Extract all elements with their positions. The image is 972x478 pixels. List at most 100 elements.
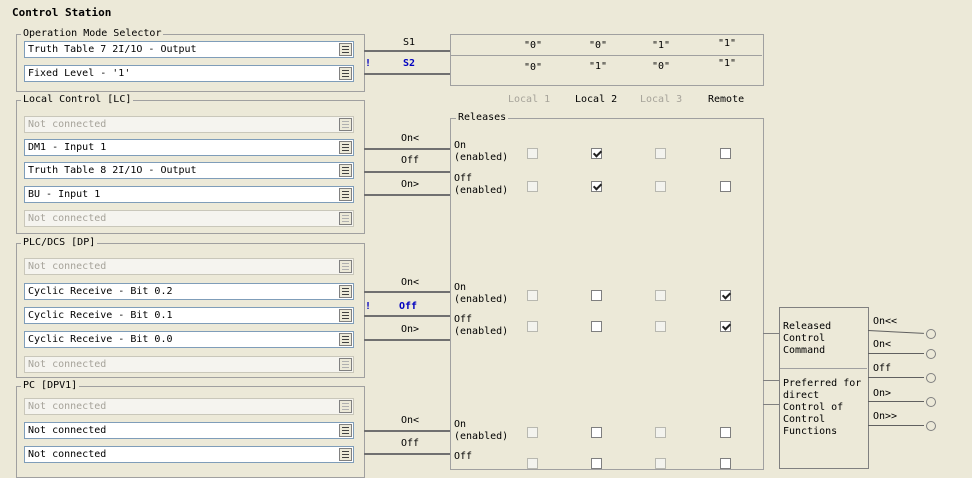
release-state-detail: (enabled): [454, 185, 509, 196]
release-checkbox[interactable]: [591, 290, 602, 301]
list-icon[interactable]: [339, 67, 352, 80]
output-connector-icon[interactable]: [926, 397, 936, 407]
lc-field-4-text: BU - Input 1: [28, 189, 101, 200]
connector-line: [364, 148, 450, 150]
operation-mode-label: Operation Mode Selector: [21, 28, 164, 39]
op-mode-field-1[interactable]: Truth Table 7 2I/1O - Output: [24, 41, 354, 58]
list-icon[interactable]: [339, 285, 352, 298]
mode-value: "0": [589, 40, 608, 51]
output-on-left-left: On<<: [873, 316, 898, 327]
output-connector-icon[interactable]: [926, 349, 936, 359]
list-icon[interactable]: [339, 424, 352, 437]
release-checkbox: [655, 458, 666, 469]
plc-dcs-label: PLC/DCS [DP]: [21, 237, 98, 248]
release-checkbox[interactable]: [591, 181, 602, 192]
mode-table-divider: [451, 55, 762, 56]
op-mode-field-2-text: Fixed Level - '1': [28, 68, 131, 79]
release-state-detail: (enabled): [454, 431, 509, 442]
output-on-right: On>: [873, 388, 892, 399]
connector-line: [364, 315, 450, 317]
release-checkbox[interactable]: [720, 321, 731, 332]
pc-field-2[interactable]: Not connected: [24, 422, 354, 439]
mode-value: "1": [589, 61, 608, 72]
released-line: Released: [783, 321, 832, 332]
release-checkbox[interactable]: [591, 321, 602, 332]
connector-line: [364, 291, 450, 293]
connector-line: [763, 380, 779, 381]
signal-s1: S1: [403, 37, 416, 48]
list-icon[interactable]: [339, 164, 352, 177]
release-checkbox: [527, 148, 538, 159]
preferred-line: direct: [783, 390, 820, 401]
pc-field-1: Not connected: [24, 398, 354, 415]
list-icon[interactable]: [339, 188, 352, 201]
released-line: Command: [783, 345, 826, 356]
lc-field-1-text: Not connected: [28, 119, 107, 130]
list-icon[interactable]: [339, 333, 352, 346]
preferred-line: Preferred for: [783, 378, 862, 389]
list-icon[interactable]: [339, 43, 352, 56]
connector-line: [364, 73, 450, 75]
pc-field-3-text: Not connected: [28, 449, 107, 460]
released-line: Control: [783, 333, 826, 344]
lc-field-4[interactable]: BU - Input 1: [24, 186, 354, 203]
output-connector-icon[interactable]: [926, 373, 936, 383]
releases-label: Releases: [456, 112, 509, 123]
release-checkbox[interactable]: [720, 458, 731, 469]
release-state-detail: (enabled): [454, 294, 509, 305]
preferred-line: Functions: [783, 426, 838, 437]
release-checkbox[interactable]: [591, 148, 602, 159]
release-checkbox[interactable]: [720, 181, 731, 192]
release-checkbox: [527, 321, 538, 332]
mode-value: "0": [524, 62, 543, 73]
page-title: Control Station: [12, 6, 112, 19]
release-state-detail: (enabled): [454, 326, 509, 337]
preferred-text: Preferred for direct Control of Control Func…: [783, 378, 861, 438]
lc-signal-on-right: On>: [401, 179, 420, 190]
plc-signal-on-right: On>: [401, 324, 420, 335]
plc-field-4[interactable]: Cyclic Receive - Bit 0.0: [24, 331, 354, 348]
pc-dpv1-label: PC [DPV1]: [21, 380, 80, 391]
output-line: [868, 401, 924, 402]
lc-field-5-text: Not connected: [28, 213, 107, 224]
list-icon: [339, 400, 352, 413]
plc-field-2-text: Cyclic Receive - Bit 0.2: [28, 286, 173, 297]
pc-field-3[interactable]: Not connected: [24, 446, 354, 463]
column-remote: Remote: [708, 94, 745, 105]
release-row-2-label: Off (enabled): [454, 173, 508, 197]
preferred-line: Control of: [783, 402, 844, 413]
output-connector-icon[interactable]: [926, 329, 936, 339]
mode-value: "1": [718, 58, 737, 69]
lc-field-2[interactable]: DM1 - Input 1: [24, 139, 354, 156]
lc-field-3[interactable]: Truth Table 8 2I/1O - Output: [24, 162, 354, 179]
plc-signal-off: Off: [399, 301, 418, 312]
release-checkbox[interactable]: [720, 148, 731, 159]
list-icon: [339, 260, 352, 273]
mode-value: "1": [652, 40, 671, 51]
list-icon[interactable]: [339, 448, 352, 461]
release-checkbox[interactable]: [591, 458, 602, 469]
release-checkbox[interactable]: [720, 290, 731, 301]
list-icon[interactable]: [339, 141, 352, 154]
plc-field-2[interactable]: Cyclic Receive - Bit 0.2: [24, 283, 354, 300]
release-checkbox[interactable]: [720, 427, 731, 438]
pc-signal-on-left: On<: [401, 415, 420, 426]
output-line: [868, 353, 924, 354]
connector-line: [364, 430, 450, 432]
list-icon: [339, 358, 352, 371]
output-line: [868, 377, 924, 378]
signal-s2: S2: [403, 58, 416, 69]
warning-icon: !: [365, 58, 372, 69]
output-connector-icon[interactable]: [926, 421, 936, 431]
release-state: Off: [454, 314, 473, 325]
released-box-divider: [780, 368, 867, 369]
lc-field-5: Not connected: [24, 210, 354, 227]
release-checkbox[interactable]: [591, 427, 602, 438]
connector-line: [364, 194, 450, 196]
plc-field-3[interactable]: Cyclic Receive - Bit 0.1: [24, 307, 354, 324]
output-off: Off: [873, 363, 892, 374]
op-mode-field-2[interactable]: Fixed Level - '1': [24, 65, 354, 82]
release-row-1-label: On (enabled): [454, 140, 508, 164]
release-row-5-label: On (enabled): [454, 419, 508, 443]
list-icon[interactable]: [339, 309, 352, 322]
